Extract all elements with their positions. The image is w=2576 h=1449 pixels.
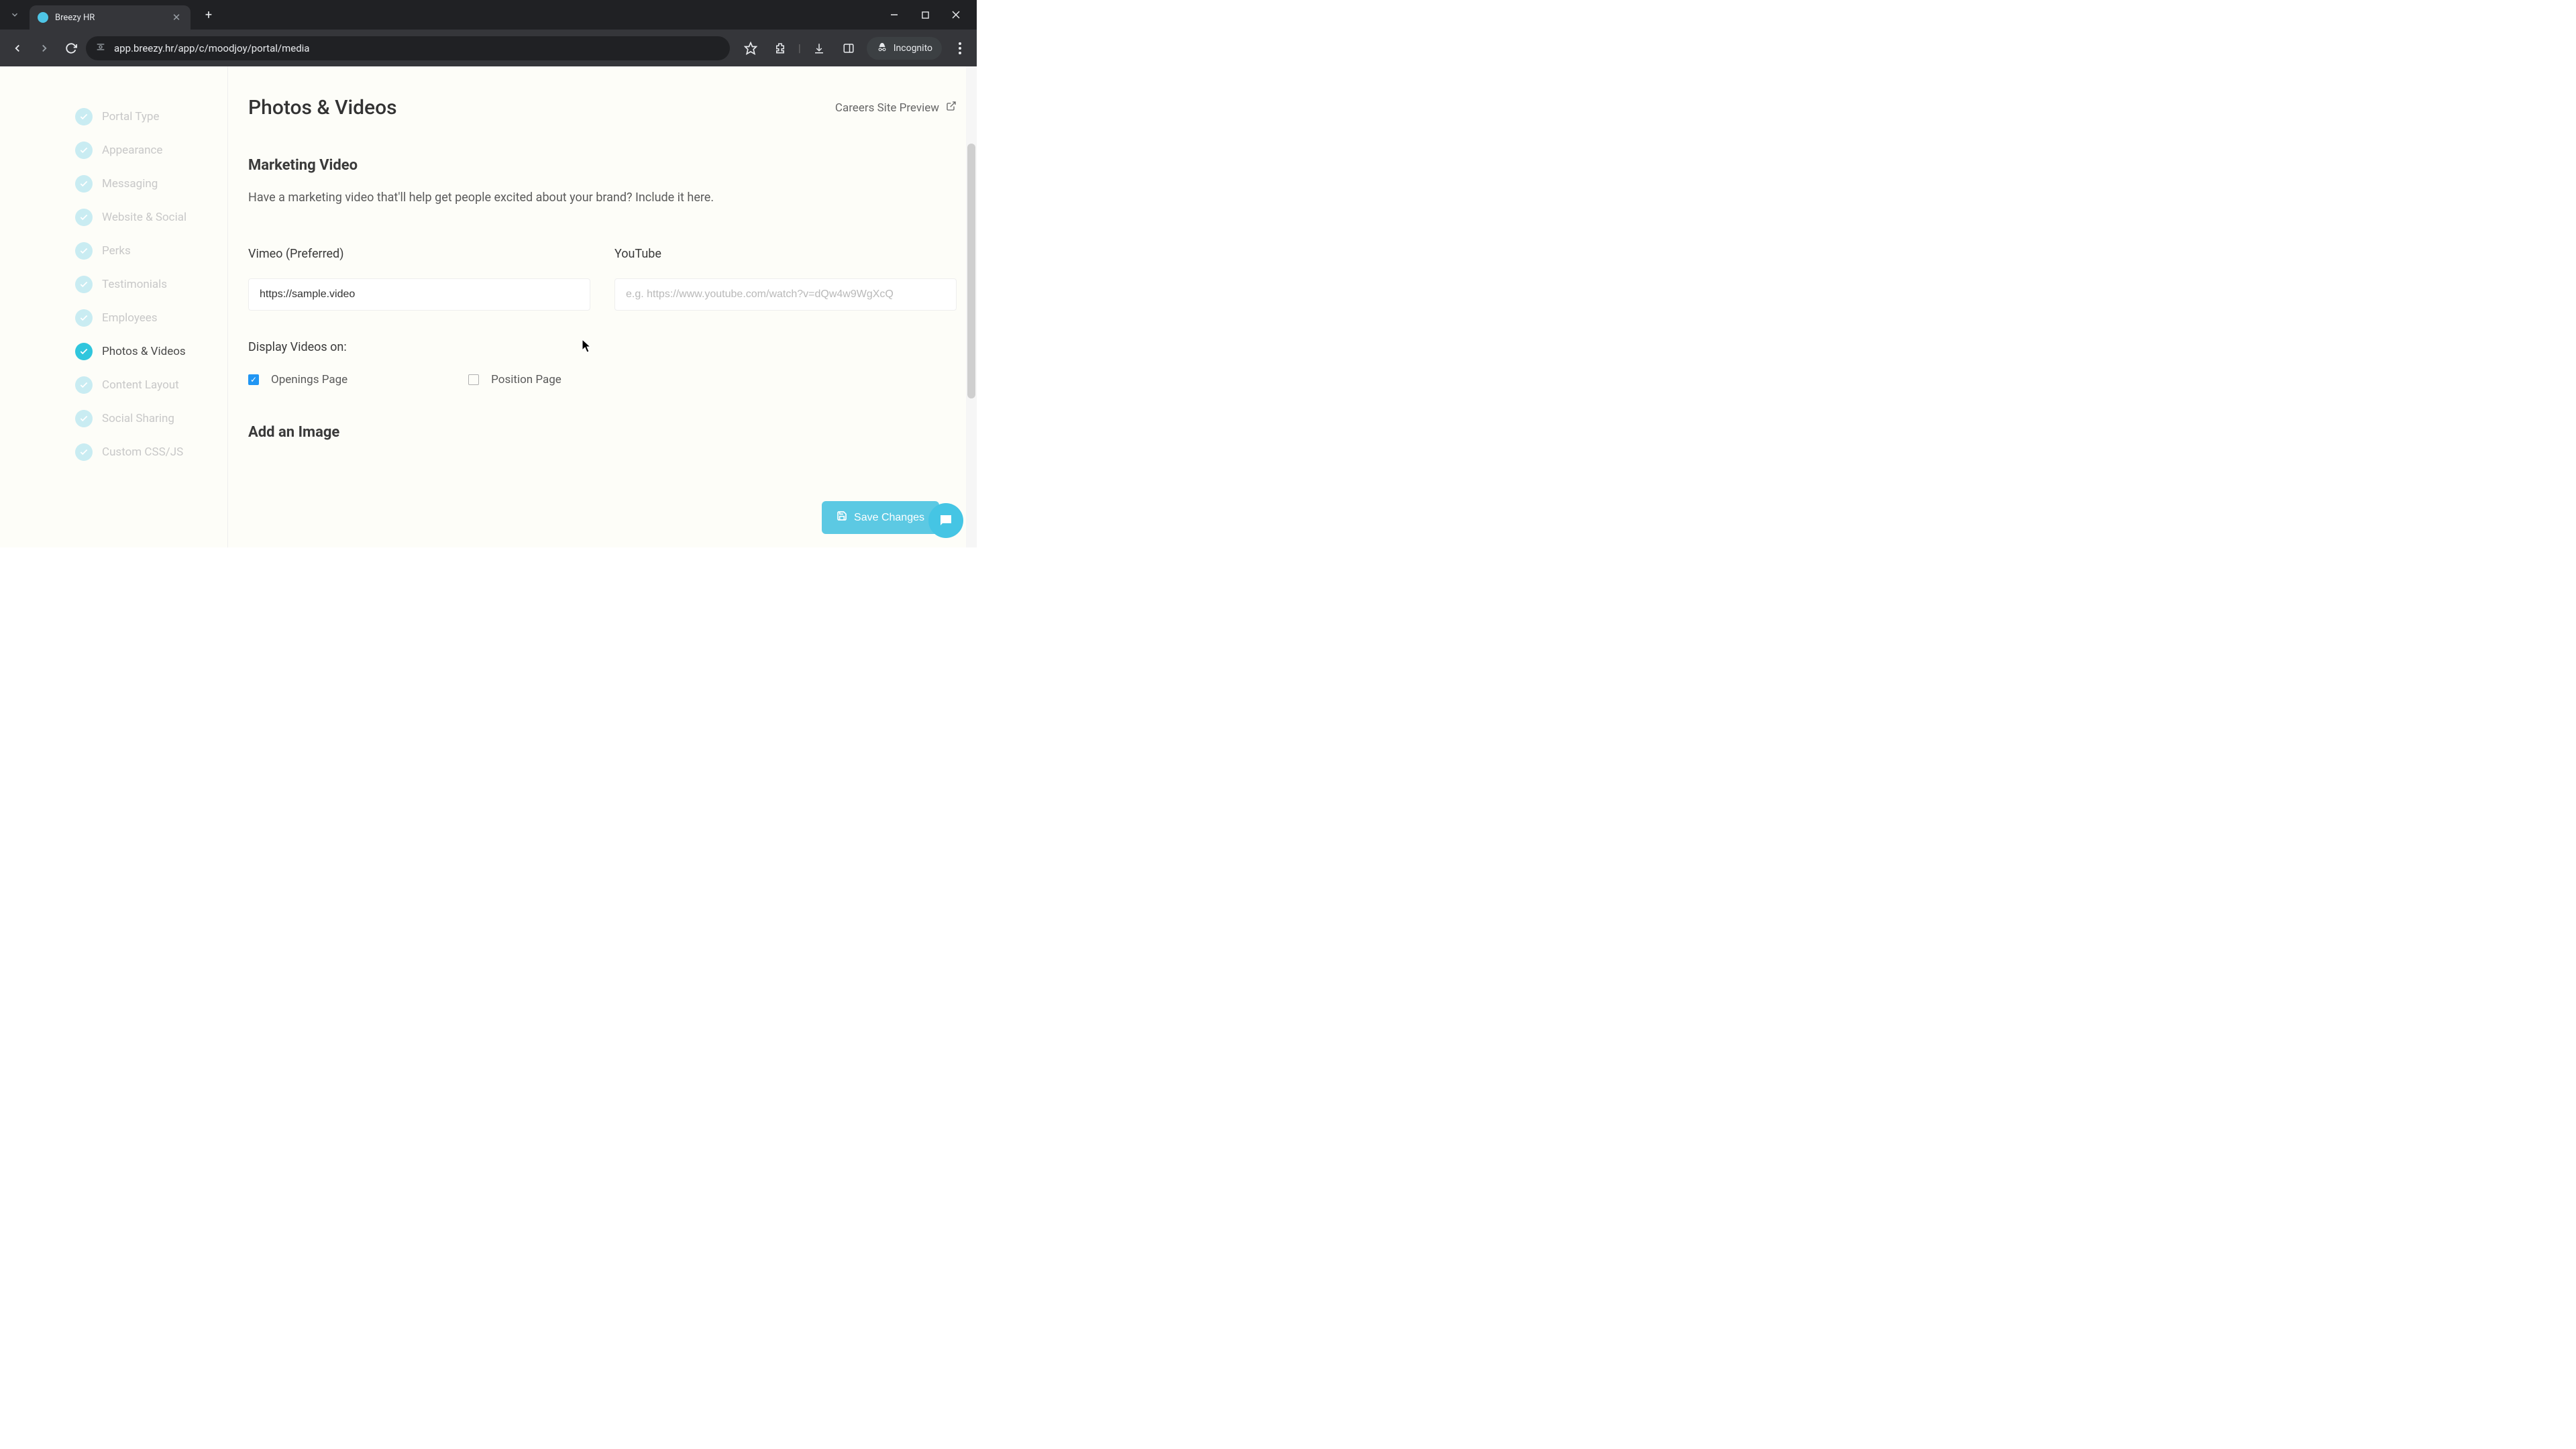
sidebar-item-icon [75, 376, 93, 394]
careers-preview-label: Careers Site Preview [835, 101, 939, 115]
tab-search-dropdown[interactable] [5, 5, 24, 24]
minimize-button[interactable] [879, 0, 910, 30]
sidebar-item-icon [75, 309, 93, 327]
back-button[interactable] [5, 36, 30, 60]
marketing-video-description: Have a marketing video that'll help get … [248, 189, 718, 207]
reload-button[interactable] [59, 36, 83, 60]
page-title: Photos & Videos [248, 96, 397, 119]
browser-menu-button[interactable] [949, 37, 971, 60]
browser-tab[interactable]: Breezy HR ✕ [30, 5, 191, 30]
sidebar-item-perks[interactable]: Perks [75, 234, 227, 268]
checkbox-item-openings-page: Openings Page [248, 373, 347, 386]
sidebar-item-photos-videos[interactable]: Photos & Videos [75, 335, 227, 368]
sidebar-item-messaging[interactable]: Messaging [75, 167, 227, 201]
sidebar-item-icon [75, 410, 93, 427]
careers-preview-link[interactable]: Careers Site Preview [835, 101, 957, 115]
checkbox-input[interactable] [248, 374, 259, 385]
sidebar-item-testimonials[interactable]: Testimonials [75, 268, 227, 301]
sidebar-item-label: Perks [102, 244, 131, 258]
sidebar-item-label: Content Layout [102, 378, 179, 392]
display-videos-label: Display Videos on: [248, 340, 957, 354]
address-bar: app.breezy.hr/app/c/moodjoy/portal/media… [0, 30, 977, 66]
checkbox-input[interactable] [468, 374, 479, 385]
sidebar-item-label: Messaging [102, 177, 158, 191]
side-panel-icon[interactable] [837, 37, 860, 60]
sidebar-item-label: Portal Type [102, 110, 159, 123]
sidebar: Portal Type Appearance Messaging Website & … [0, 66, 228, 547]
sidebar-item-label: Website & Social [102, 211, 186, 224]
downloads-icon[interactable] [808, 37, 830, 60]
sidebar-item-icon [75, 443, 93, 461]
sidebar-item-label: Custom CSS/JS [102, 445, 183, 459]
incognito-label: Incognito [894, 43, 932, 54]
sidebar-item-appearance[interactable]: Appearance [75, 133, 227, 167]
tab-close-button[interactable]: ✕ [170, 11, 182, 23]
main-panel: Photos & Videos Careers Site Preview Mar… [228, 66, 977, 547]
bookmark-star-icon[interactable] [739, 37, 762, 60]
save-icon [837, 511, 847, 525]
vimeo-url-input[interactable] [248, 278, 590, 311]
add-image-heading: Add an Image [248, 424, 957, 441]
scrollbar-track[interactable] [966, 66, 977, 547]
url-field[interactable]: app.breezy.hr/app/c/moodjoy/portal/media [86, 36, 730, 60]
sidebar-item-label: Photos & Videos [102, 345, 186, 358]
tab-title: Breezy HR [55, 13, 170, 23]
sidebar-item-website-social[interactable]: Website & Social [75, 201, 227, 234]
save-button-label: Save Changes [854, 512, 924, 524]
incognito-indicator[interactable]: Incognito [867, 37, 942, 60]
checkbox-label: Position Page [491, 373, 561, 386]
sidebar-item-label: Employees [102, 311, 158, 325]
sidebar-item-social-sharing[interactable]: Social Sharing [75, 402, 227, 435]
sidebar-item-employees[interactable]: Employees [75, 301, 227, 335]
sidebar-item-label: Testimonials [102, 278, 167, 291]
tab-bar: Breezy HR ✕ + [0, 0, 977, 30]
sidebar-item-portal-type[interactable]: Portal Type [75, 100, 227, 133]
forward-button[interactable] [32, 36, 56, 60]
window-controls [879, 0, 977, 30]
youtube-label: YouTube [614, 247, 957, 261]
maximize-button[interactable] [910, 0, 941, 30]
tab-favicon-icon [38, 12, 48, 23]
chat-widget-button[interactable] [928, 503, 963, 538]
sidebar-item-icon [75, 209, 93, 226]
youtube-url-input[interactable] [614, 278, 957, 311]
page-content: Portal Type Appearance Messaging Website & … [0, 66, 977, 547]
close-window-button[interactable] [941, 0, 971, 30]
site-settings-icon[interactable] [95, 42, 106, 55]
sidebar-item-icon [75, 108, 93, 125]
checkbox-label: Openings Page [271, 373, 347, 386]
sidebar-item-label: Appearance [102, 144, 162, 157]
scrollbar-thumb[interactable] [967, 144, 975, 398]
sidebar-item-content-layout[interactable]: Content Layout [75, 368, 227, 402]
sidebar-item-label: Social Sharing [102, 412, 174, 425]
sidebar-item-icon [75, 343, 93, 360]
url-text: app.breezy.hr/app/c/moodjoy/portal/media [114, 42, 309, 54]
sidebar-item-icon [75, 276, 93, 293]
sidebar-item-icon [75, 175, 93, 193]
vimeo-label: Vimeo (Preferred) [248, 247, 590, 261]
save-changes-button[interactable]: Save Changes [822, 501, 939, 534]
external-link-icon [946, 101, 957, 115]
sidebar-item-icon [75, 142, 93, 159]
extensions-icon[interactable] [769, 37, 792, 60]
checkbox-item-position-page: Position Page [468, 373, 561, 386]
new-tab-button[interactable]: + [199, 5, 219, 25]
marketing-video-heading: Marketing Video [248, 157, 957, 174]
sidebar-item-icon [75, 242, 93, 260]
sidebar-item-custom-css-js[interactable]: Custom CSS/JS [75, 435, 227, 469]
incognito-icon [876, 41, 888, 56]
browser-chrome: Breezy HR ✕ + app.breezy.hr/app/c/moodjo… [0, 0, 977, 66]
